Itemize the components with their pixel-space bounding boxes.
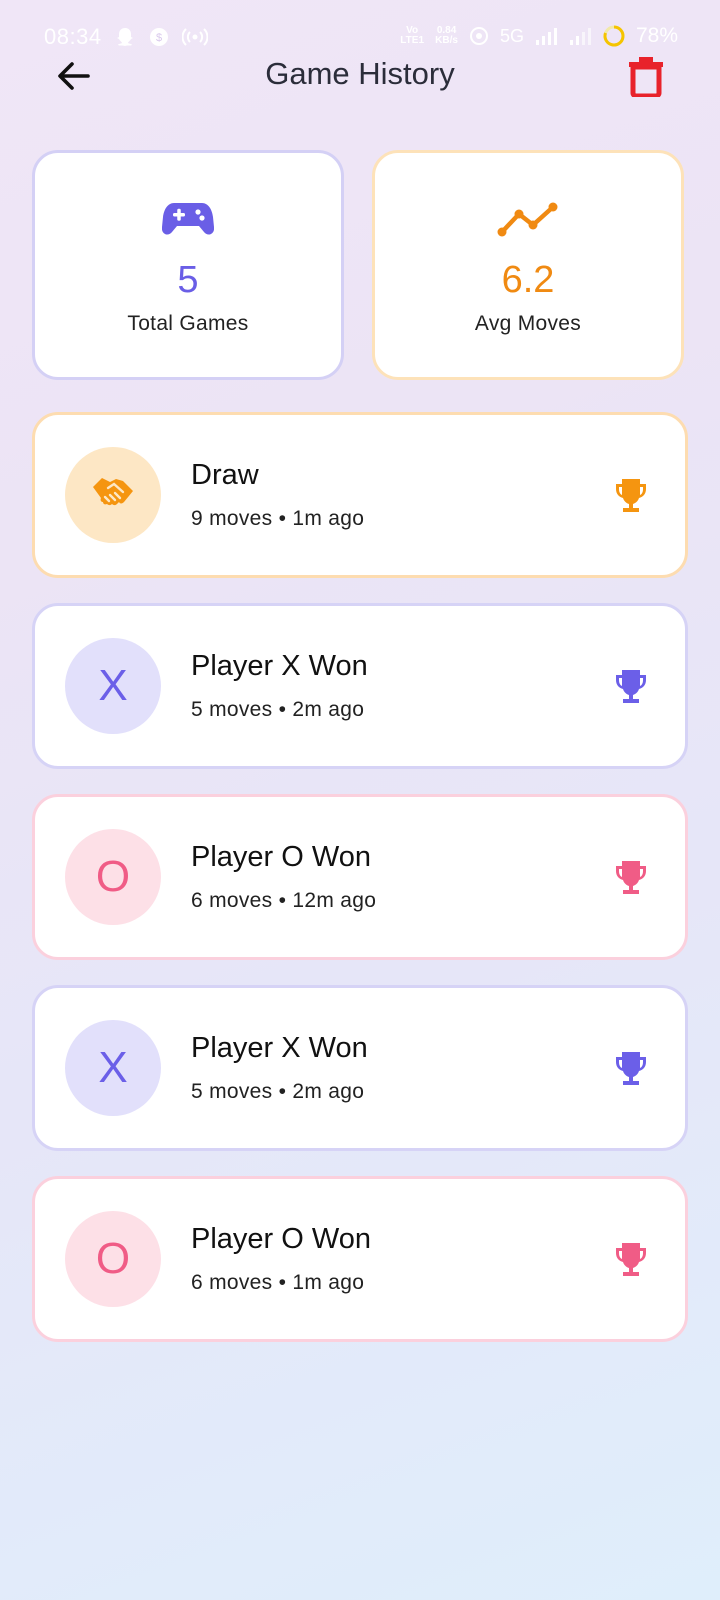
status-right: Vo LTE1 0.84 KB/s 5G 78% (399, 24, 678, 48)
total-games-value: 5 (177, 259, 199, 301)
battery-ring-icon (602, 24, 626, 48)
history-item-o-win[interactable]: O Player O Won 6 moves • 12m ago (32, 794, 688, 960)
item-title: Player X Won (191, 1032, 368, 1064)
app-notification-icon: $ (148, 26, 170, 48)
item-title: Player O Won (191, 1223, 371, 1255)
app-bar: Game History (0, 46, 720, 106)
signal-strength-2-icon (568, 25, 592, 47)
hotspot-icon (181, 26, 208, 48)
signal-strength-icon (534, 25, 558, 47)
avatar-x: X (65, 638, 161, 734)
speed-unit: KB/s (435, 35, 458, 46)
history-item-draw[interactable]: Draw 9 moves • 1m ago (32, 412, 688, 578)
avatar-x: X (65, 1020, 161, 1116)
wifi-calling-icon (468, 25, 490, 47)
trophy-icon (611, 1239, 651, 1279)
avg-moves-label: Avg Moves (474, 312, 582, 335)
trash-icon (629, 57, 663, 97)
trophy-icon (611, 857, 651, 897)
avg-moves-value: 6.2 (501, 259, 555, 301)
network-type: 5G (499, 25, 524, 46)
history-item-x-win[interactable]: X Player X Won 5 moves • 2m ago (32, 603, 688, 769)
total-games-label: Total Games (127, 312, 249, 335)
history-list: Draw 9 moves • 1m ago X Player X Won 5 m… (32, 412, 688, 1367)
avg-moves-card: 6.2 Avg Moves (372, 150, 684, 380)
trophy-icon (611, 475, 651, 515)
item-subtitle: 6 moves • 1m ago (191, 1271, 365, 1294)
handshake-icon (93, 478, 133, 506)
gamepad-icon (162, 195, 214, 243)
history-item-x-win[interactable]: X Player X Won 5 moves • 2m ago (32, 985, 688, 1151)
volte-label: Vo LTE1 (400, 25, 425, 46)
svg-text:$: $ (156, 32, 162, 44)
snapchat-icon (114, 26, 136, 48)
item-title: Player X Won (191, 650, 368, 682)
history-item-o-win[interactable]: O Player O Won 6 moves • 1m ago (32, 1176, 688, 1342)
item-subtitle: 9 moves • 1m ago (191, 507, 365, 530)
battery-level: 78% (635, 24, 678, 47)
page-title: Game History (265, 56, 455, 91)
total-games-card: 5 Total Games (32, 150, 344, 380)
item-subtitle: 6 moves • 12m ago (191, 889, 377, 912)
item-title: Draw (191, 459, 259, 491)
network-speed: 0.84 KB/s (435, 26, 458, 46)
avatar-o: O (65, 1211, 161, 1307)
trophy-icon (611, 666, 651, 706)
avatar-o: O (65, 829, 161, 925)
item-subtitle: 5 moves • 2m ago (191, 1080, 365, 1103)
item-subtitle: 5 moves • 2m ago (191, 698, 365, 721)
trophy-icon (611, 1048, 651, 1088)
delete-history-button[interactable] (622, 50, 670, 102)
item-title: Player O Won (191, 841, 371, 873)
avatar (65, 447, 161, 543)
trend-line-icon (497, 195, 559, 243)
